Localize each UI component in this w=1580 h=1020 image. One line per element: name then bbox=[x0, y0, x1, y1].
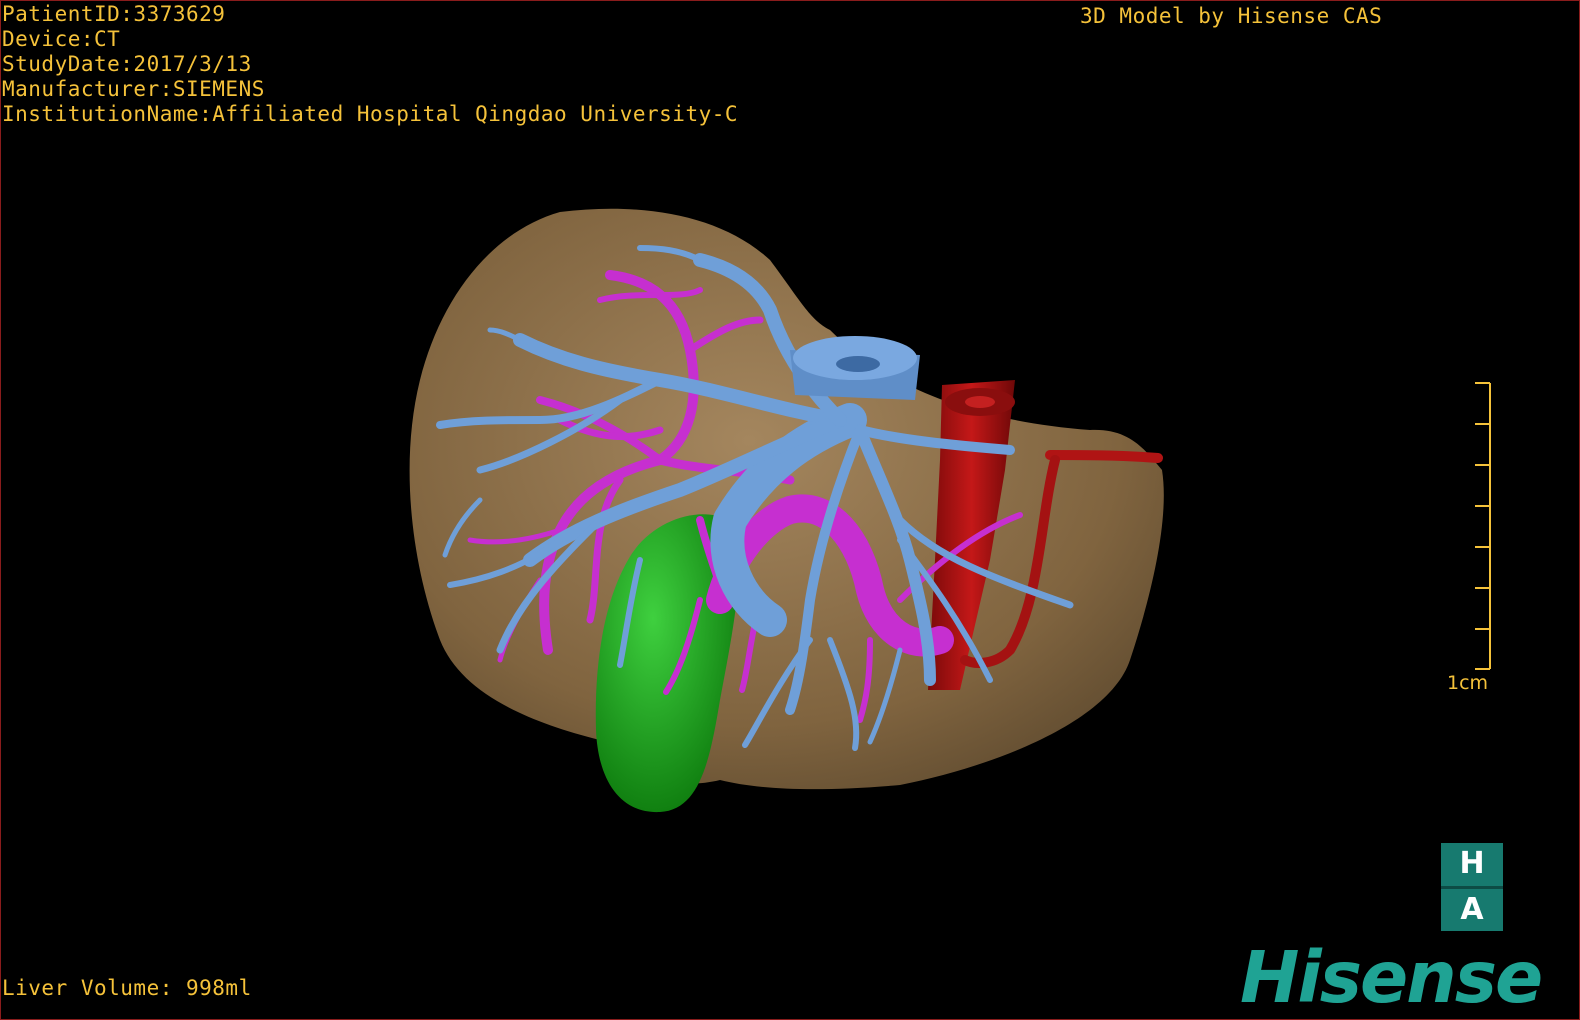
liver-volume: Liver Volume: 998ml bbox=[2, 976, 252, 1000]
3d-liver-model-viewport[interactable] bbox=[0, 0, 1580, 1020]
scale-bar-label: 1cm bbox=[1447, 672, 1489, 694]
ha-logo-a: A bbox=[1460, 892, 1484, 927]
inferior-vena-cava bbox=[790, 336, 920, 400]
hisense-logo: Hisense bbox=[1240, 936, 1543, 1019]
scale-bar bbox=[1475, 382, 1491, 670]
ha-logo-h: H bbox=[1459, 846, 1485, 881]
ha-logo: H A bbox=[1441, 843, 1503, 931]
